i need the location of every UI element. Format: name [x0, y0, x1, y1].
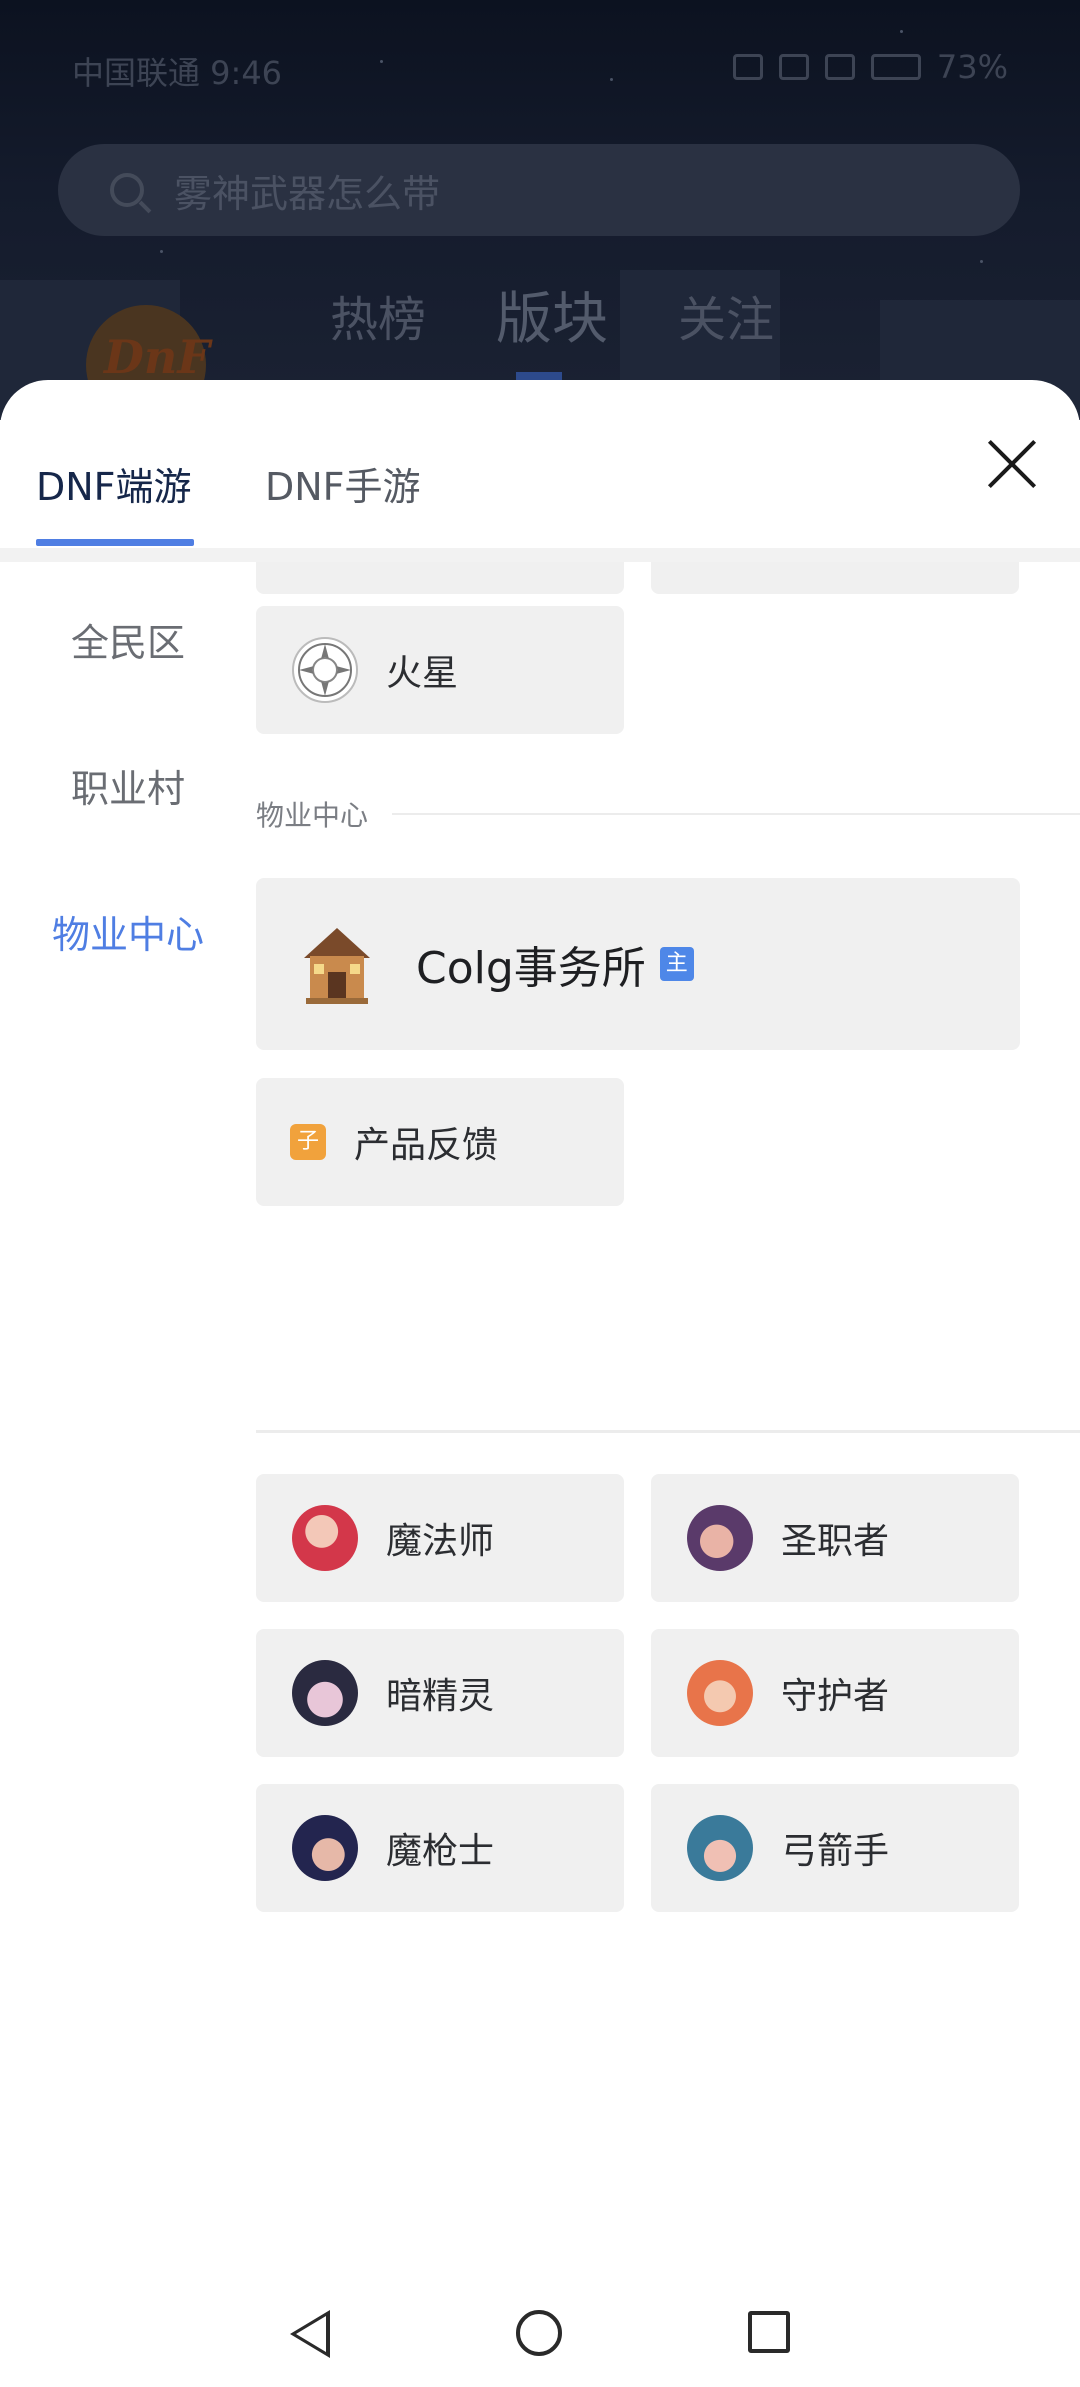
- search-placeholder: 雾神武器怎么带: [174, 171, 441, 216]
- board-card-demonic-lancer[interactable]: 魔枪士: [256, 1784, 624, 1912]
- sub-badge: 子: [290, 1124, 326, 1160]
- board-card-mage[interactable]: 魔法师: [256, 1474, 624, 1602]
- board-label: Colg事务所: [416, 943, 646, 994]
- side-item-all-people[interactable]: 全民区: [0, 612, 256, 667]
- home-icon[interactable]: [516, 2310, 562, 2356]
- board-card-dark-elf[interactable]: 暗精灵: [256, 1629, 624, 1757]
- status-right-group: 73%: [732, 48, 1008, 86]
- board-list: 火星 物业中心 Colg事务所 主 子 产品反馈 魔法师 圣职者 暗精灵 守护者…: [256, 562, 1080, 2260]
- close-icon[interactable]: [984, 436, 1040, 492]
- tab-dnf-mobile[interactable]: DNF手游: [265, 456, 421, 511]
- board-card-colg[interactable]: Colg事务所 主: [256, 878, 1020, 1050]
- background-app: 中国联通 9:46 73% 雾神武器怎么带 DnF 热榜 版块 关注: [0, 0, 1080, 420]
- board-label: 圣职者: [781, 1521, 890, 1562]
- vibrate-icon: [732, 54, 763, 80]
- board-card-partial[interactable]: [651, 562, 1019, 594]
- section-title: 物业中心: [256, 799, 369, 832]
- dark-elf-avatar-icon: [292, 1660, 358, 1726]
- tab-hot[interactable]: 热榜: [330, 280, 426, 355]
- board-label: 魔法师: [386, 1521, 495, 1562]
- battery-percent: 73%: [936, 48, 1008, 86]
- board-label: 弓箭手: [781, 1831, 890, 1872]
- sheet-header: DNF端游 DNF手游: [0, 380, 1080, 562]
- board-picker-sheet: DNF端游 DNF手游 全民区 职业村 物业中心 火星 物业中心 Colg事务所…: [0, 380, 1080, 2260]
- board-card-mars[interactable]: 火星: [256, 606, 624, 734]
- board-card-feedback[interactable]: 子 产品反馈: [256, 1078, 624, 1206]
- search-bar[interactable]: 雾神武器怎么带: [58, 144, 1020, 236]
- dnf-logo-text: DnF: [104, 330, 210, 384]
- status-carrier-time: 中国联通 9:46: [72, 54, 283, 92]
- board-label: 火星: [386, 653, 459, 694]
- section-divider: [392, 813, 1080, 815]
- mars-emblem-icon: [292, 637, 358, 703]
- board-label: 暗精灵: [386, 1676, 495, 1717]
- board-card-partial[interactable]: [256, 562, 624, 594]
- game-tab-indicator: [36, 539, 194, 546]
- search-icon: [110, 173, 144, 207]
- board-card-archer[interactable]: 弓箭手: [651, 1784, 1019, 1912]
- guardian-avatar-icon: [687, 1660, 753, 1726]
- board-label: 产品反馈: [354, 1125, 499, 1166]
- battery-icon: [870, 54, 921, 80]
- section-divider: [256, 1430, 1080, 1433]
- tab-boards[interactable]: 版块: [496, 274, 608, 355]
- demonic-lancer-avatar-icon: [292, 1815, 358, 1881]
- background-tabs: 热榜 版块 关注: [330, 280, 774, 355]
- status-bar: 中国联通 9:46 73%: [0, 40, 1080, 96]
- mage-avatar-icon: [292, 1505, 358, 1571]
- tab-dnf-pc[interactable]: DNF端游: [36, 456, 192, 511]
- back-icon-inner: [296, 2316, 326, 2352]
- signal-icon: [824, 54, 855, 80]
- board-label: 守护者: [781, 1676, 890, 1717]
- wifi-icon: [778, 54, 809, 80]
- board-card-guardian[interactable]: 守护者: [651, 1629, 1019, 1757]
- system-nav-bar: [0, 2260, 1080, 2387]
- board-label: 魔枪士: [386, 1831, 495, 1872]
- side-item-property-center[interactable]: 物业中心: [0, 904, 256, 959]
- main-badge: 主: [659, 947, 694, 981]
- board-card-priest[interactable]: 圣职者: [651, 1474, 1019, 1602]
- side-item-class-village[interactable]: 职业村: [0, 758, 256, 813]
- tab-follow[interactable]: 关注: [678, 280, 774, 355]
- archer-avatar-icon: [687, 1815, 753, 1881]
- recent-apps-icon[interactable]: [748, 2311, 790, 2353]
- priest-avatar-icon: [687, 1505, 753, 1571]
- house-icon: [298, 922, 376, 1006]
